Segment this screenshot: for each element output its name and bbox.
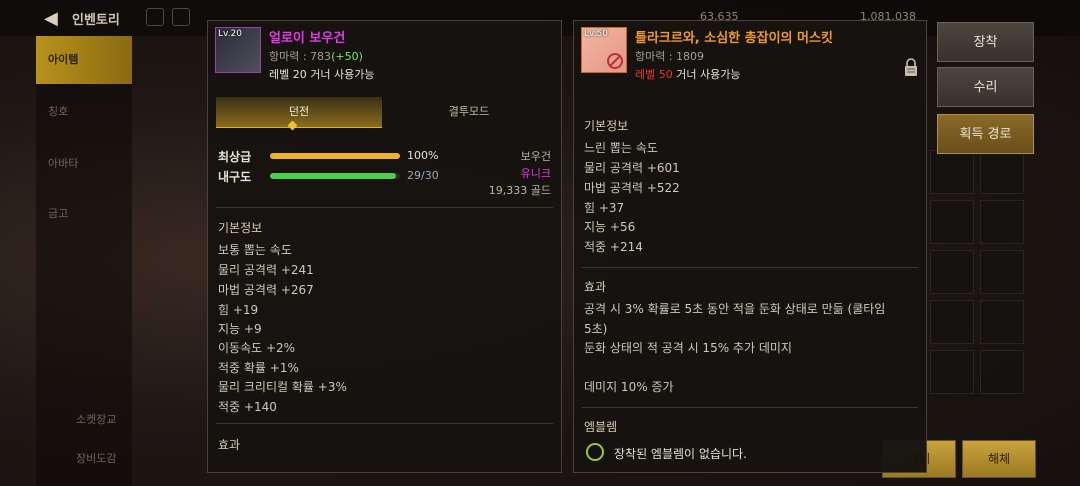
inventory-slot[interactable] — [980, 300, 1024, 344]
quality-bar-fill — [270, 153, 400, 159]
eye-icon[interactable] — [146, 8, 164, 26]
item-level-tag: Lv.20 — [218, 29, 242, 39]
basic-info-title: 기본정보 — [218, 221, 263, 235]
item-tooltip-current: Lv.20 얼로이 보우건 항마력 : 783(+50) 레벨 20 거너 사용… — [207, 20, 562, 473]
musket-item-icon: Lv.50 — [581, 27, 627, 73]
back-arrow-icon[interactable]: ◀ — [44, 8, 58, 29]
emblem-empty-text: 장착된 엠블렘이 없습니다. — [614, 447, 747, 461]
inventory-slot[interactable] — [930, 150, 974, 194]
stat-line: 마법 공격력 +522 — [584, 181, 680, 195]
disassemble-button-2[interactable]: 해체 — [962, 440, 1036, 478]
stat-line: 적중 +140 — [218, 400, 277, 414]
equip-button[interactable]: 장착 — [937, 22, 1034, 62]
quality-value: 100% — [407, 149, 439, 162]
durability-value: 29/30 — [407, 169, 439, 182]
inventory-slot[interactable] — [980, 150, 1024, 194]
requirement-class: 거너 사용가능 — [672, 68, 741, 81]
tab-avatar[interactable]: 아바타 — [36, 140, 132, 188]
stat-line: 힘 +37 — [584, 201, 625, 215]
item-type: 보우건 — [520, 150, 551, 163]
durability-bar-fill — [270, 173, 396, 179]
stat-line: 적중 확률 +1% — [218, 361, 299, 375]
stat-line: 물리 공격력 +241 — [218, 263, 314, 277]
item-name: 얼로이 보우건 — [269, 31, 346, 46]
item-level-tag: Lv.50 — [584, 29, 608, 39]
item-header: Lv.20 얼로이 보우건 항마력 : 783(+50) 레벨 20 거너 사용… — [208, 21, 561, 87]
sidebar-bottom-2[interactable]: 장비도감 — [76, 450, 116, 466]
quality-bar — [270, 153, 400, 159]
item-name: 틀라크르와, 소심한 총잡이의 머스킷 — [635, 31, 833, 46]
durability-bar — [270, 173, 400, 179]
effect-line: 5초) — [584, 322, 608, 336]
divider — [216, 207, 553, 208]
tab-safe[interactable]: 금고 — [36, 190, 132, 238]
emblem-title: 엠블렘 — [584, 420, 618, 434]
tab-dungeon[interactable]: 던전 — [216, 97, 382, 128]
magic-resist-value: 항마력 : 783 — [269, 50, 332, 63]
effect-title: 효과 — [218, 438, 241, 452]
emblem-slot-icon — [586, 443, 604, 461]
stat-line: 적중 +214 — [584, 240, 643, 254]
bowgun-item-icon: Lv.20 — [215, 27, 261, 73]
tab-titles[interactable]: 칭호 — [36, 88, 132, 136]
inventory-slot[interactable] — [980, 250, 1024, 294]
mode-tabs: 던전 결투모드 — [216, 97, 553, 128]
inventory-slot[interactable] — [980, 200, 1024, 244]
requirement-level: 레벨 50 — [635, 68, 673, 81]
stat-line: 지능 +9 — [218, 322, 262, 336]
stat-line: 힘 +19 — [218, 303, 259, 317]
stat-line: 이동속도 +2% — [218, 341, 296, 355]
stat-line: 지능 +56 — [584, 220, 636, 234]
effect-line: 둔화 상태의 적 공격 시 15% 추가 데미지 — [584, 341, 792, 355]
item-header: Lv.50 틀라크르와, 소심한 총잡이의 머스킷 항마력 : 1809 레벨 … — [574, 21, 926, 87]
divider — [582, 267, 918, 268]
effect-title: 효과 — [584, 280, 607, 294]
item-requirement: 레벨 50 거너 사용가능 — [635, 66, 740, 82]
divider — [582, 407, 918, 408]
stat-line: 보통 뽑는 속도 — [218, 243, 292, 257]
stat-line: 느린 뽑는 속도 — [584, 141, 658, 155]
divider — [216, 423, 553, 424]
quality-label: 최상급 — [218, 150, 252, 164]
item-tooltip-compare: Lv.50 틀라크르와, 소심한 총잡이의 머스킷 항마력 : 1809 레벨 … — [573, 20, 927, 473]
item-price: 19,333 골드 — [488, 184, 551, 197]
item-rarity: 유니크 — [520, 167, 551, 180]
item-requirement: 레벨 20 거너 사용가능 — [269, 68, 375, 81]
durability-label: 내구도 — [218, 170, 252, 184]
stat-line: 물리 크리티컬 확률 +3% — [218, 380, 347, 394]
stat-line: 마법 공격력 +267 — [218, 283, 314, 297]
tab-items[interactable]: 아이템 — [36, 36, 132, 84]
basic-info-title: 기본정보 — [584, 119, 629, 133]
effect-line: 공격 시 3% 확률로 5초 동안 적을 둔화 상태로 만듦 (쿨타임 — [584, 302, 886, 316]
acquire-route-button[interactable]: 획득 경로 — [937, 114, 1034, 154]
unusable-icon — [607, 53, 623, 69]
page-title: 인벤토리 — [72, 13, 120, 28]
sidebar-bottom-1[interactable]: 소켓장교 — [76, 411, 116, 427]
stat-line: 물리 공격력 +601 — [584, 161, 680, 175]
item-magic-resist: 항마력 : 1809 — [635, 50, 705, 63]
inventory-slot[interactable] — [980, 350, 1024, 394]
magic-resist-bonus: (+50) — [331, 50, 363, 63]
inventory-slot[interactable] — [930, 300, 974, 344]
inventory-slot[interactable] — [930, 200, 974, 244]
inventory-slot[interactable] — [930, 250, 974, 294]
inventory-slot[interactable] — [930, 350, 974, 394]
settings-icon[interactable] — [172, 8, 190, 26]
repair-button[interactable]: 수리 — [937, 67, 1034, 107]
item-magic-resist: 항마력 : 783(+50) — [269, 48, 363, 64]
effect-line: 데미지 10% 증가 — [584, 380, 674, 394]
tab-pvp[interactable]: 결투모드 — [386, 97, 552, 127]
lock-icon[interactable] — [904, 57, 918, 77]
